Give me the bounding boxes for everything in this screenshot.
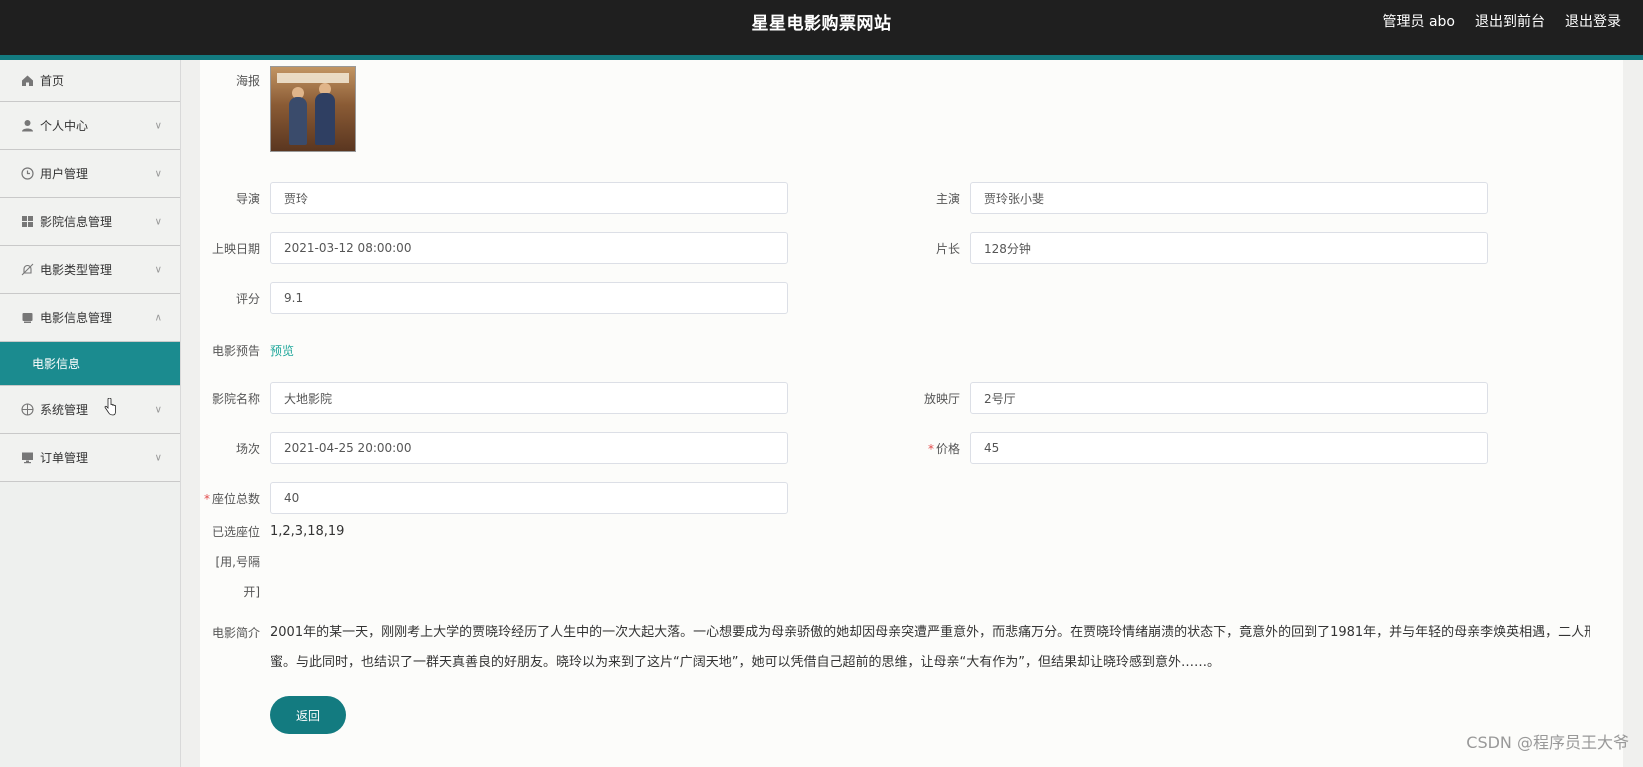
length-field[interactable]: 128分钟 xyxy=(970,232,1488,264)
selected-seats-label-line: 开] xyxy=(243,585,260,599)
sidebar-item-label: 订单管理 xyxy=(40,451,89,465)
score-row: 评分 9.1 xyxy=(200,282,788,314)
top-header: 星星电影购票网站 管理员 abo 退出到前台 退出登录 xyxy=(0,0,1643,60)
actor-label: 主演 xyxy=(935,191,960,206)
mouse-cursor-icon xyxy=(104,398,116,416)
cinema-field[interactable]: 大地影院 xyxy=(270,382,788,414)
main-content: 海报 导演 贾玲 主演 贾玲张小斐 上映日期 2021-03-12 08:00:… xyxy=(200,60,1623,767)
price-row: * 价格 45 xyxy=(900,432,1488,464)
movie-poster-image[interactable] xyxy=(270,66,356,152)
score-field[interactable]: 9.1 xyxy=(270,282,788,314)
chevron-down-icon: ∨ xyxy=(154,120,162,131)
sidebar-item-label: 首页 xyxy=(40,74,65,88)
selected-seats-value: 1,2,3,18,19 xyxy=(270,524,345,539)
seats-field[interactable]: 40 xyxy=(270,482,788,514)
sidebar-item-label: 电影信息管理 xyxy=(40,311,113,325)
cinema-row: 影院名称 大地影院 xyxy=(200,382,788,414)
release-date-field[interactable]: 2021-03-12 08:00:00 xyxy=(270,232,788,264)
poster-row: 海报 xyxy=(200,66,356,152)
chevron-down-icon: ∨ xyxy=(154,216,162,227)
director-row: 导演 贾玲 xyxy=(200,182,788,214)
actions-row: 返回 xyxy=(270,696,346,734)
score-label: 评分 xyxy=(235,291,260,306)
seats-label-wrap: * 座位总数 xyxy=(200,490,270,507)
hall-label: 放映厅 xyxy=(923,391,960,406)
intro-label: 电影简介 xyxy=(211,626,260,640)
watermark-text: CSDN @程序员王大爷 xyxy=(1466,733,1629,752)
cinema-label: 影院名称 xyxy=(211,391,260,406)
chevron-down-icon: ∨ xyxy=(154,404,162,415)
sidebar-item-label: 用户管理 xyxy=(40,167,89,181)
actor-field[interactable]: 贾玲张小斐 xyxy=(970,182,1488,214)
length-row: 片长 128分钟 xyxy=(900,232,1488,264)
sidebar-item-label: 个人中心 xyxy=(40,119,89,133)
intro-row: 电影简介 2001年的某一天，刚刚考上大学的贾晓玲经历了人生中的一次大起大落。一… xyxy=(200,618,1590,678)
length-label: 片长 xyxy=(935,241,960,256)
selected-seats-label: 已选座位 [用,号隔 开] xyxy=(200,517,270,607)
clock-icon xyxy=(20,167,34,181)
hall-field[interactable]: 2号厅 xyxy=(970,382,1488,414)
seats-row: * 座位总数 40 xyxy=(200,482,788,514)
selected-seats-label-line: [用,号隔 xyxy=(215,555,261,569)
grid-icon xyxy=(20,215,34,229)
user-icon xyxy=(20,119,34,133)
trailer-label: 电影预告 xyxy=(211,344,260,358)
intro-line: 蜜。与此同时，也结识了一群天真善良的好朋友。晓玲以为来到了这片“广阔天地”，她可… xyxy=(270,655,1220,670)
trailer-row: 电影预告 预览 xyxy=(200,342,294,359)
sidebar-item-system[interactable]: 系统管理 ∨ xyxy=(0,386,180,434)
sidebar-item-home[interactable]: 首页 xyxy=(0,60,180,102)
price-label: 价格 xyxy=(935,441,960,456)
sidebar-subitem-label: 电影信息 xyxy=(32,357,81,371)
sidebar-item-label: 电影类型管理 xyxy=(40,263,113,277)
sidebar: 首页 个人中心 ∨ 用户管理 ∨ 影院信息管理 ∨ 电影类型管理 ∨ 电影信息管… xyxy=(0,60,181,767)
poster-label: 海报 xyxy=(235,74,260,88)
bell-off-icon xyxy=(20,263,34,277)
sidebar-item-users[interactable]: 用户管理 ∨ xyxy=(0,150,180,198)
sidebar-subitem-movie-info[interactable]: 电影信息 xyxy=(0,342,180,386)
required-asterisk: * xyxy=(203,491,210,506)
back-button[interactable]: 返回 xyxy=(270,696,346,734)
chevron-up-icon: ∧ xyxy=(154,312,162,323)
folder-icon xyxy=(20,311,34,325)
session-row: 场次 2021-04-25 20:00:00 xyxy=(200,432,788,464)
sidebar-item-movie-info[interactable]: 电影信息管理 ∧ xyxy=(0,294,180,342)
price-label-wrap: * 价格 xyxy=(900,440,970,457)
selected-seats-label-line: 已选座位 xyxy=(211,525,260,539)
release-row: 上映日期 2021-03-12 08:00:00 xyxy=(200,232,788,264)
required-asterisk: * xyxy=(927,441,934,456)
seats-label: 座位总数 xyxy=(211,491,260,506)
back-to-front-link[interactable]: 退出到前台 xyxy=(1475,11,1545,31)
sidebar-item-personal[interactable]: 个人中心 ∨ xyxy=(0,102,180,150)
selected-seats-row: 已选座位 [用,号隔 开] 1,2,3,18,19 xyxy=(200,517,344,607)
sidebar-item-movie-type[interactable]: 电影类型管理 ∨ xyxy=(0,246,180,294)
chevron-down-icon: ∨ xyxy=(154,168,162,179)
movie-intro-text: 2001年的某一天，刚刚考上大学的贾晓玲经历了人生中的一次大起大落。一心想要成为… xyxy=(270,618,1590,678)
logout-link[interactable]: 退出登录 xyxy=(1565,11,1621,31)
director-field[interactable]: 贾玲 xyxy=(270,182,788,214)
session-field[interactable]: 2021-04-25 20:00:00 xyxy=(270,432,788,464)
actor-row: 主演 贾玲张小斐 xyxy=(900,182,1488,214)
monitor-icon xyxy=(20,451,34,465)
intro-line: 2001年的某一天，刚刚考上大学的贾晓玲经历了人生中的一次大起大落。一心想要成为… xyxy=(270,625,1590,640)
hall-row: 放映厅 2号厅 xyxy=(900,382,1488,414)
trailer-preview-link[interactable]: 预览 xyxy=(270,342,294,359)
home-icon xyxy=(20,74,34,88)
price-field[interactable]: 45 xyxy=(970,432,1488,464)
director-label: 导演 xyxy=(235,191,260,206)
sidebar-item-label: 影院信息管理 xyxy=(40,215,113,229)
release-label: 上映日期 xyxy=(211,241,260,256)
admin-username: 管理员 abo xyxy=(1382,14,1455,30)
sidebar-item-cinema-info[interactable]: 影院信息管理 ∨ xyxy=(0,198,180,246)
chevron-down-icon: ∨ xyxy=(154,264,162,275)
target-icon xyxy=(20,403,34,417)
sidebar-item-orders[interactable]: 订单管理 ∨ xyxy=(0,434,180,482)
sidebar-item-label: 系统管理 xyxy=(40,403,89,417)
header-actions: 管理员 abo 退出到前台 退出登录 xyxy=(1383,11,1621,31)
chevron-down-icon: ∨ xyxy=(154,452,162,463)
session-label: 场次 xyxy=(235,441,260,456)
